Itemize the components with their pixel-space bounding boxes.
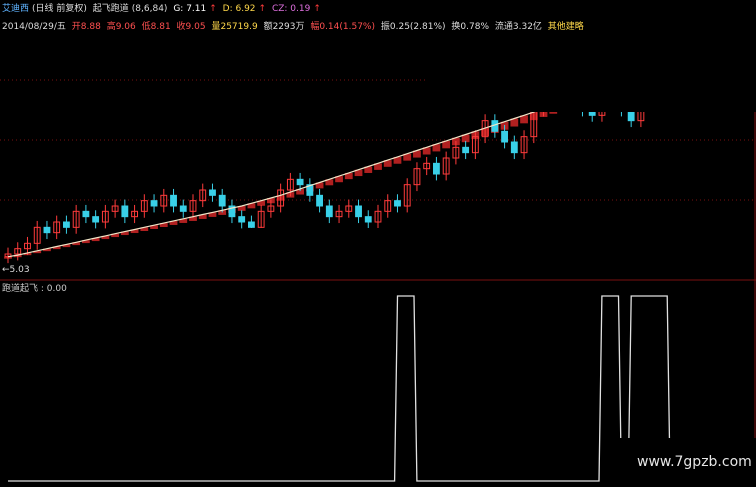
g-value: G: 7.11 xyxy=(173,4,207,14)
candle-body xyxy=(462,146,470,154)
candle-body xyxy=(364,216,372,223)
candle-body xyxy=(179,205,187,212)
candle-body xyxy=(63,221,70,228)
cz-value: CZ: 0.19 xyxy=(271,4,311,14)
price-info-bar: 2014/08/29/五 开8.88 高9.06 低8.81 收9.05 量25… xyxy=(2,19,587,32)
indicator-params: (8,6,84) xyxy=(131,4,168,14)
masked-area-mid xyxy=(244,228,514,260)
candle-body xyxy=(170,194,177,207)
candle-body xyxy=(355,205,362,218)
masked-area-top xyxy=(428,0,756,112)
candle-body xyxy=(209,189,216,196)
price-low-label: ←5.03 xyxy=(2,265,30,275)
info-close: 收9.05 xyxy=(176,22,206,32)
candle-body xyxy=(43,226,51,234)
candle-body xyxy=(510,141,518,154)
candle-body xyxy=(296,178,304,186)
candle-body xyxy=(92,216,100,223)
info-float: 流通3.32亿 xyxy=(494,22,542,32)
d-value: D: 6.92 xyxy=(222,4,256,14)
info-date: 2014/08/29/五 xyxy=(2,22,66,32)
candle-body xyxy=(238,216,246,223)
period-info: (日线 前复权) xyxy=(32,4,87,14)
info-amount: 额2293万 xyxy=(263,22,305,32)
candle-body xyxy=(121,205,129,218)
candle-body xyxy=(150,200,158,207)
info-low: 低8.81 xyxy=(141,22,171,32)
candle-body xyxy=(394,200,401,207)
info-volume: 量25719.9 xyxy=(211,22,258,32)
candle-body xyxy=(248,221,255,228)
candle-body xyxy=(501,130,509,143)
stock-name: 艾迪西 xyxy=(2,4,30,14)
info-turnover: 换0.78% xyxy=(451,22,489,32)
candle-body xyxy=(218,194,226,207)
candle-body xyxy=(433,162,440,175)
chart-header: 艾迪西 (日线 前复权) 起飞跑道 (8,6,84) G: 7.11 ↑ D: 6.9… xyxy=(2,4,321,14)
info-amplitude: 振0.25(2.81%) xyxy=(380,22,446,32)
indicator-label: 跑道起飞 : 0.00 xyxy=(2,284,67,294)
indicator-name: 起飞跑道 xyxy=(92,4,129,14)
info-high: 高9.06 xyxy=(106,22,136,32)
info-change: 幅0.14(1.57%) xyxy=(310,22,375,32)
candle-body xyxy=(316,194,324,207)
watermark-text: www.7gpzb.com xyxy=(637,454,752,470)
info-open: 开8.88 xyxy=(71,22,101,32)
info-extra: 其他建略 xyxy=(547,22,584,32)
candle-body xyxy=(82,210,90,218)
candle-body xyxy=(325,205,333,218)
